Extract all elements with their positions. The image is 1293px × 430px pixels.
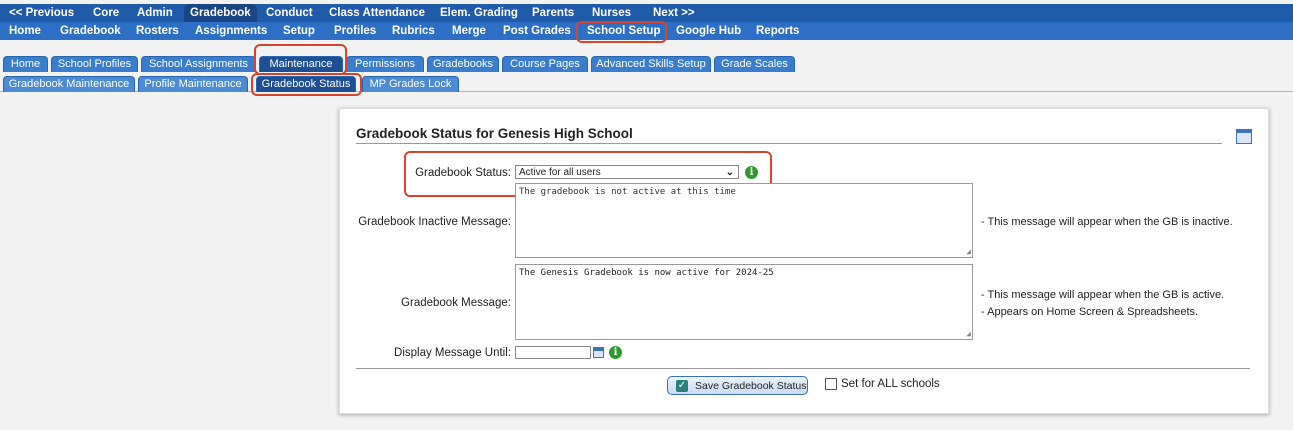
form-separator xyxy=(356,368,1250,369)
subnav-assignments[interactable]: Assignments xyxy=(195,22,267,40)
gradebook-message-note-1: - This message will appear when the GB i… xyxy=(981,289,1225,301)
tab-gradebook-maintenance[interactable]: Gradebook Maintenance xyxy=(3,76,135,92)
chevron-down-icon: ⌄ xyxy=(725,167,734,178)
tab-school-profiles[interactable]: School Profiles xyxy=(51,56,138,72)
tab-profile-maintenance[interactable]: Profile Maintenance xyxy=(138,76,248,92)
status-label: Gradebook Status: xyxy=(415,167,511,179)
subnav-rubrics[interactable]: Rubrics xyxy=(392,22,435,40)
tab-home[interactable]: Home xyxy=(3,56,48,72)
gradebook-status-panel: Gradebook Status for Genesis High School… xyxy=(339,108,1269,414)
tab-gradebooks[interactable]: Gradebooks xyxy=(427,56,499,72)
subnav-merge[interactable]: Merge xyxy=(452,22,486,40)
subnav-google-hub[interactable]: Google Hub xyxy=(676,22,741,40)
top-nav: << Previous Core Admin Gradebook Conduct… xyxy=(0,4,1293,22)
save-button-label: Save Gradebook Status xyxy=(695,380,807,392)
date-picker-icon[interactable] xyxy=(593,347,604,358)
tab-advanced-skills-setup[interactable]: Advanced Skills Setup xyxy=(591,56,711,72)
gradebook-message-textarea[interactable]: The Genesis Gradebook is now active for … xyxy=(515,264,973,340)
display-until-info-icon[interactable]: i xyxy=(609,346,622,359)
tab-grade-scales[interactable]: Grade Scales xyxy=(714,56,795,72)
gradebook-message-note-2: - Appears on Home Screen & Spreadsheets. xyxy=(981,306,1199,318)
subnav-post-grades[interactable]: Post Grades xyxy=(503,22,571,40)
nav-next[interactable]: Next >> xyxy=(653,4,695,22)
nav-core[interactable]: Core xyxy=(93,4,119,22)
display-until-date-input[interactable] xyxy=(515,346,591,359)
nav-conduct[interactable]: Conduct xyxy=(266,4,313,22)
subnav-gradebook[interactable]: Gradebook xyxy=(60,22,121,40)
inactive-message-note: - This message will appear when the GB i… xyxy=(981,216,1233,228)
nav-nurses[interactable]: Nurses xyxy=(592,4,631,22)
subnav-school-setup[interactable]: School Setup xyxy=(587,22,660,40)
inactive-message-textarea[interactable]: The gradebook is not active at this time… xyxy=(515,183,973,258)
subnav-setup[interactable]: Setup xyxy=(283,22,315,40)
tab-maintenance[interactable]: Maintenance xyxy=(259,56,343,72)
inactive-message-label: Gradebook Inactive Message: xyxy=(358,216,511,228)
nav-admin[interactable]: Admin xyxy=(137,4,173,22)
display-until-label: Display Message Until: xyxy=(394,347,511,359)
tab-course-pages[interactable]: Course Pages xyxy=(502,56,588,72)
gradebook-message-text: The Genesis Gradebook is now active for … xyxy=(519,268,774,278)
nav-parents[interactable]: Parents xyxy=(532,4,574,22)
subnav-rosters[interactable]: Rosters xyxy=(136,22,179,40)
status-selected-value: Active for all users xyxy=(519,167,601,178)
nav-elem-grading[interactable]: Elem. Grading xyxy=(440,4,518,22)
subnav-reports[interactable]: Reports xyxy=(756,22,799,40)
subnav-profiles[interactable]: Profiles xyxy=(334,22,376,40)
status-info-icon[interactable]: i xyxy=(745,166,758,179)
gradebook-message-label: Gradebook Message: xyxy=(401,297,511,309)
nav-class-attendance[interactable]: Class Attendance xyxy=(329,4,425,22)
nav-previous[interactable]: << Previous xyxy=(9,4,74,22)
tab-mp-grades-lock[interactable]: MP Grades Lock xyxy=(362,76,459,92)
inactive-message-text: The gradebook is not active at this time xyxy=(519,187,736,197)
nav-gradebook[interactable]: Gradebook xyxy=(184,4,257,22)
resize-grip-icon[interactable]: ◢ xyxy=(966,330,971,338)
set-all-schools-checkbox[interactable] xyxy=(825,378,837,390)
gradebook-status-select[interactable]: Active for all users ⌄ xyxy=(515,165,739,179)
tab-school-assignments[interactable]: School Assignments xyxy=(141,56,256,72)
save-gradebook-status-button[interactable]: ✓ Save Gradebook Status xyxy=(667,376,808,395)
checkmark-icon: ✓ xyxy=(676,380,688,392)
subnav-home[interactable]: Home xyxy=(9,22,41,40)
tab-permissions[interactable]: Permissions xyxy=(346,56,424,72)
resize-grip-icon[interactable]: ◢ xyxy=(966,248,971,256)
set-all-schools-label: Set for ALL schools xyxy=(841,378,940,390)
title-underline xyxy=(356,143,1222,144)
gradebook-subnav: Home Gradebook Rosters Assignments Setup… xyxy=(0,22,1293,40)
tab-gradebook-status[interactable]: Gradebook Status xyxy=(256,76,356,92)
calendar-icon[interactable] xyxy=(1236,129,1252,144)
page-title: Gradebook Status for Genesis High School xyxy=(356,126,633,141)
